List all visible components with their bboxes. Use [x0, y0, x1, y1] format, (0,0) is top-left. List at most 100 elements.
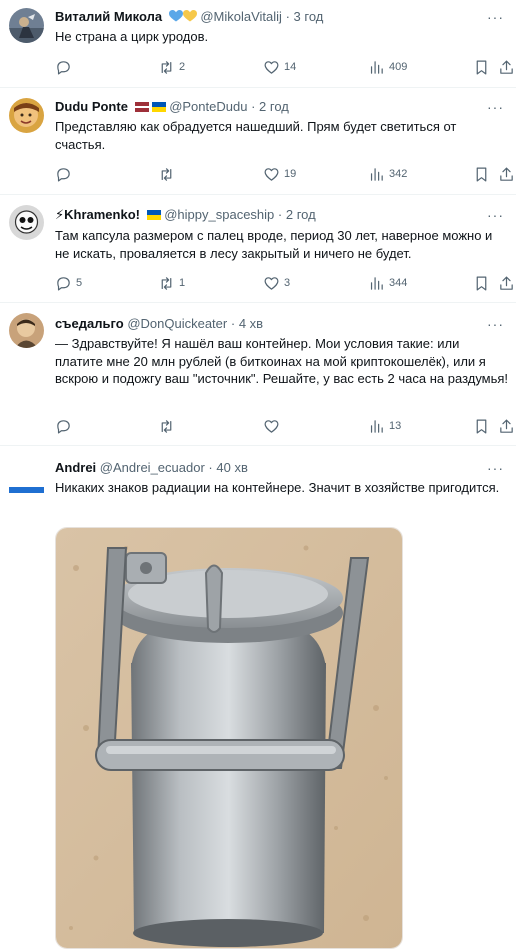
avatar[interactable]: [9, 313, 44, 348]
like-count: 3: [284, 277, 291, 289]
bookmark-button[interactable]: [473, 417, 490, 435]
tweet-header: Виталий Микола @MikolaVitalij · 3 год: [55, 9, 323, 25]
tweet-header: ⚡Khramenko! @hippy_spaceship · 2 год: [55, 207, 316, 223]
like-button[interactable]: [263, 417, 284, 435]
more-options-button[interactable]: ···: [487, 317, 504, 331]
share-icon: [500, 60, 513, 74]
share-button[interactable]: [498, 274, 515, 292]
ukraine-flag-icon: [144, 207, 161, 222]
author-name[interactable]: ⚡Khramenko!: [55, 207, 140, 222]
tweet-time[interactable]: 4 хв: [239, 316, 263, 331]
reply-button[interactable]: 5: [55, 274, 82, 292]
retweet-count: 1: [179, 277, 186, 289]
author-name[interactable]: Dudu Ponte: [55, 99, 128, 114]
more-options-button[interactable]: ···: [487, 100, 504, 114]
more-options-button[interactable]: ···: [487, 208, 504, 222]
reply-icon: [57, 419, 70, 433]
views-button[interactable]: 344: [368, 274, 407, 292]
like-button[interactable]: 19: [263, 165, 296, 183]
tweet-time[interactable]: 2 год: [259, 99, 289, 114]
tweet-text: Никаких знаков радиации на контейнере. З…: [55, 480, 500, 495]
reply-icon: [57, 276, 70, 290]
bookmark-button[interactable]: [473, 165, 490, 183]
retweet-count: 2: [179, 61, 186, 73]
bookmark-button[interactable]: [473, 58, 490, 76]
reply-count: 5: [76, 277, 83, 289]
views-chart-icon: [370, 167, 383, 181]
views-button[interactable]: 409: [368, 58, 407, 76]
more-options-button[interactable]: ···: [487, 10, 504, 24]
retweet-button[interactable]: 1: [158, 274, 185, 292]
views-button[interactable]: 342: [368, 165, 407, 183]
share-button[interactable]: [498, 58, 515, 76]
bookmark-button[interactable]: [473, 274, 490, 292]
views-count: 13: [389, 420, 402, 432]
views-count: 344: [389, 277, 408, 289]
tweet[interactable]: Andrei @Andrei_ecuador · 40 хв ··· Никак…: [0, 446, 516, 949]
tweet-actions: 13: [55, 417, 515, 435]
tweet[interactable]: ⚡Khramenko! @hippy_spaceship · 2 год ···…: [0, 195, 516, 303]
views-count: 409: [389, 61, 408, 73]
author-handle[interactable]: @Andrei_ecuador: [100, 460, 205, 475]
metal-container-photo: [56, 528, 402, 948]
retweet-icon: [161, 60, 172, 74]
like-button[interactable]: 3: [263, 274, 290, 292]
tweet-header: Andrei @Andrei_ecuador · 40 хв: [55, 460, 248, 476]
reply-icon: [57, 60, 70, 74]
tweet-text: — Здравствуйте! Я нашёл ваш контейнер. М…: [55, 336, 509, 386]
heart-icon: [264, 419, 279, 433]
retweet-icon: [161, 419, 172, 433]
separator-dot: ·: [208, 460, 213, 475]
reply-button[interactable]: [55, 165, 76, 183]
tweet-photo[interactable]: [55, 527, 403, 949]
retweet-button[interactable]: 2: [158, 58, 185, 76]
heart-icon: [264, 167, 279, 181]
author-handle[interactable]: @MikolaVitalij: [200, 9, 282, 24]
heart-icon: [264, 276, 279, 290]
retweet-button[interactable]: [158, 165, 179, 183]
tweet-text: Не страна а цирк уродов.: [55, 29, 209, 44]
reply-button[interactable]: [55, 417, 76, 435]
tweet-text: Представляю как обрадуется нашедший. Пря…: [55, 119, 457, 152]
avatar[interactable]: [9, 8, 44, 43]
tweet-text: Там капсула размером с палец вроде, пери…: [55, 228, 493, 261]
avatar[interactable]: [9, 460, 44, 495]
retweet-button[interactable]: [158, 417, 179, 435]
separator-dot: ·: [251, 99, 256, 114]
share-button[interactable]: [498, 417, 515, 435]
author-handle[interactable]: @PonteDudu: [169, 99, 247, 114]
views-chart-icon: [370, 60, 383, 74]
views-chart-icon: [370, 419, 383, 433]
like-count: 14: [284, 61, 297, 73]
author-handle[interactable]: @DonQuickeater: [127, 316, 227, 331]
tweet[interactable]: Dudu Ponte @PonteDudu · 2 год ··· Предст…: [0, 88, 516, 195]
author-handle[interactable]: @hippy_spaceship: [164, 207, 274, 222]
tweet-actions: 2 14 409: [55, 58, 515, 76]
more-options-button[interactable]: ···: [487, 461, 504, 475]
avatar[interactable]: [9, 205, 44, 240]
author-name[interactable]: съедальго: [55, 316, 124, 331]
avatar[interactable]: [9, 98, 44, 133]
separator-dot: ·: [230, 316, 236, 331]
author-name[interactable]: Виталий Микола: [55, 9, 162, 24]
blue-heart-icon: [166, 9, 183, 24]
share-icon: [500, 419, 513, 433]
tweet[interactable]: съедальго @DonQuickeater · 4 хв ··· — Зд…: [0, 303, 516, 446]
bookmark-icon: [476, 276, 487, 290]
retweet-icon: [161, 276, 172, 290]
bookmark-icon: [476, 419, 487, 433]
tweet-time[interactable]: 2 год: [286, 207, 316, 222]
share-icon: [500, 276, 513, 290]
views-button[interactable]: 13: [368, 417, 401, 435]
share-icon: [500, 167, 513, 181]
share-button[interactable]: [498, 165, 515, 183]
tweet-time[interactable]: 3 год: [294, 9, 324, 24]
latvia-flag-icon: [132, 99, 149, 114]
tweet[interactable]: Виталий Микола @MikolaVitalij · 3 год ··…: [0, 0, 516, 88]
like-button[interactable]: 14: [263, 58, 296, 76]
bookmark-icon: [476, 60, 487, 74]
reply-button[interactable]: [55, 58, 76, 76]
author-name[interactable]: Andrei: [55, 460, 96, 475]
views-count: 342: [389, 168, 408, 180]
tweet-time[interactable]: 40 хв: [216, 460, 247, 475]
